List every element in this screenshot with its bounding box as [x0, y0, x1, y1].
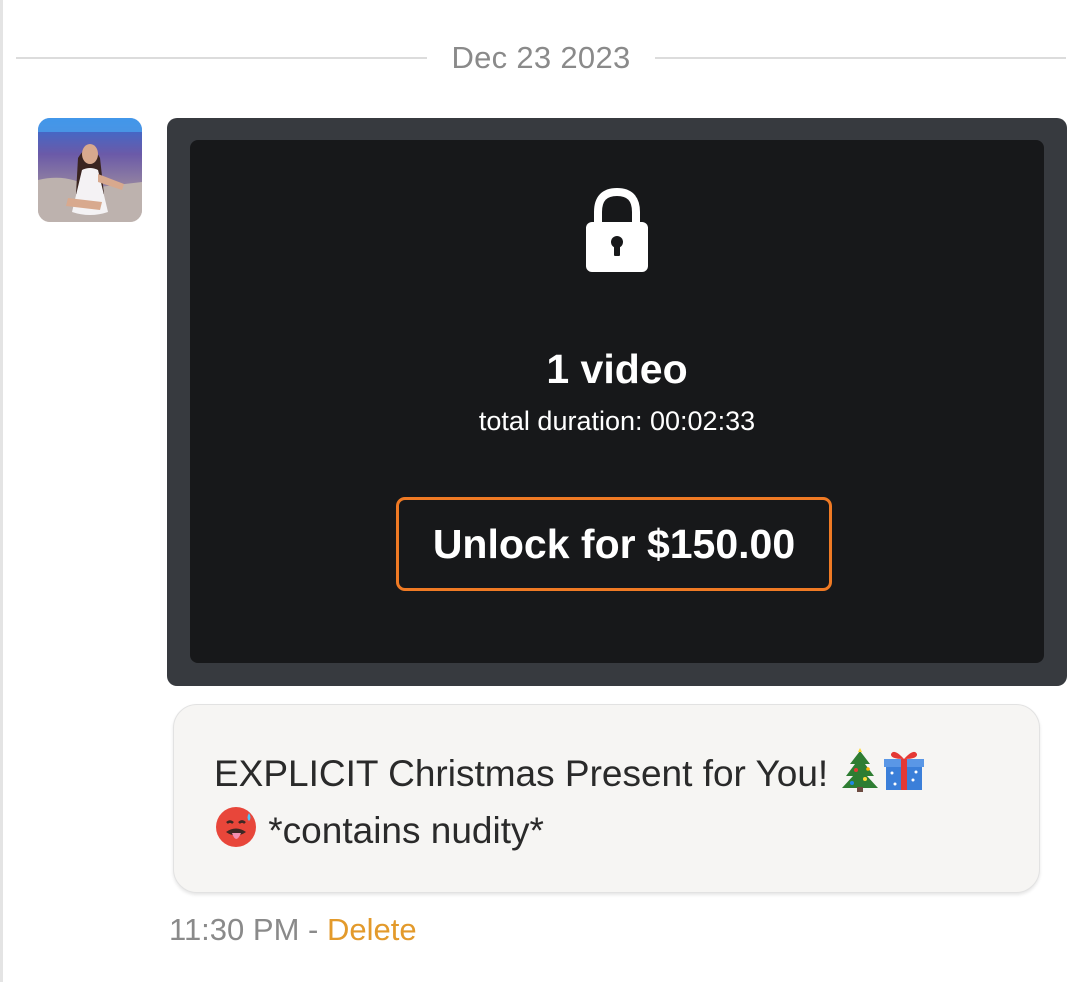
date-label: Dec 23 2023: [451, 40, 631, 75]
avatar[interactable]: [38, 118, 142, 222]
message-text-part1: EXPLICIT Christmas Present for You!: [214, 753, 839, 794]
avatar-photo: [38, 118, 142, 222]
hot-face-icon: [216, 807, 256, 847]
locked-media-card[interactable]: 1 video total duration: 00:02:33 Unlock …: [167, 118, 1067, 686]
meta-separator: -: [299, 912, 327, 947]
media-count: 1 video: [546, 346, 688, 392]
message-time: 11:30 PM: [169, 912, 300, 947]
separator-line-right: [654, 57, 1067, 59]
message-text-part2: *contains nudity*: [258, 810, 544, 851]
message-text: EXPLICIT Christmas Present for You! *con…: [214, 745, 999, 859]
separator-line-left: [16, 57, 428, 59]
date-separator: Dec 23 2023: [16, 30, 1067, 86]
message-bubble: EXPLICIT Christmas Present for You! *con…: [173, 704, 1040, 893]
left-border: [0, 0, 3, 982]
locked-media-preview: 1 video total duration: 00:02:33 Unlock …: [190, 140, 1044, 663]
lock-icon: [586, 187, 648, 272]
gift-icon: [884, 751, 925, 790]
christmas-tree-icon: [842, 748, 879, 792]
delete-link[interactable]: Delete: [327, 912, 417, 947]
media-duration: total duration: 00:02:33: [478, 406, 756, 436]
message-meta: 11:30 PM - Delete: [169, 912, 417, 948]
unlock-button[interactable]: Unlock for $150.00: [396, 497, 832, 591]
